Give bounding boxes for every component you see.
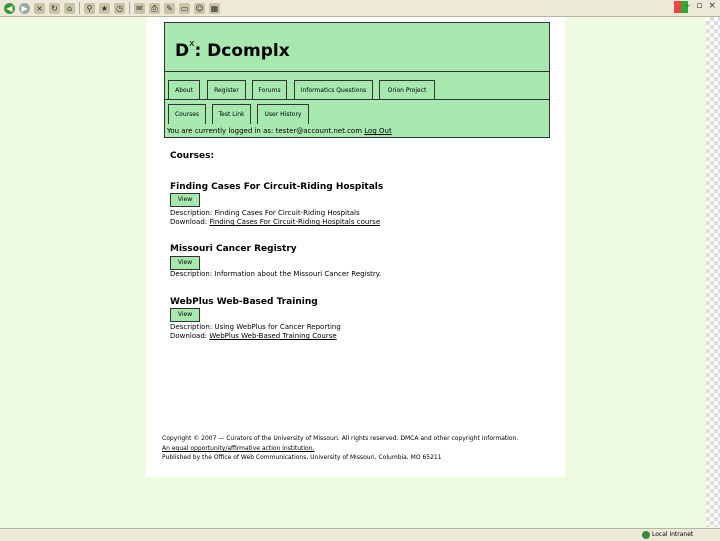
footer-publisher: Published by the Office of Web Communica… — [162, 454, 442, 461]
refresh-icon[interactable]: ↻ — [49, 2, 60, 14]
download-link[interactable]: WebPlus Web-Based Training Course — [209, 332, 336, 340]
mail-icon[interactable]: ✉ — [134, 2, 145, 14]
forward-icon[interactable]: ▶ — [19, 2, 30, 14]
search-icon[interactable]: ⚲ — [84, 2, 95, 14]
footer-eoe-link[interactable]: An equal opportunity/affirmative action … — [162, 445, 314, 452]
course-download: Download: WebPlus Web-Based Training Cou… — [170, 332, 337, 340]
description-label: Description: — [170, 323, 213, 331]
messenger-icon[interactable]: ☺ — [194, 2, 205, 14]
toolbar-divider — [79, 2, 80, 14]
tab-test-link[interactable]: Test Link — [212, 104, 251, 124]
tab-forums[interactable]: Forums — [252, 80, 287, 100]
home-icon[interactable]: ⌂ — [64, 2, 75, 14]
minimize-button[interactable]: – — [686, 1, 691, 11]
description-label: Description: — [170, 209, 213, 217]
tab-row-divider — [165, 99, 549, 100]
window-controls: – ▫ × — [686, 1, 716, 11]
tab-register[interactable]: Register — [207, 80, 246, 100]
view-button[interactable]: View — [170, 308, 200, 322]
logo-superscript: x — [189, 39, 195, 49]
description-label: Description: — [170, 270, 213, 278]
download-label: Download: — [170, 218, 208, 226]
vertical-scrollbar[interactable] — [706, 17, 720, 527]
login-prefix: You are currently logged in as: — [167, 127, 276, 135]
research-icon[interactable]: ▦ — [209, 2, 220, 14]
zone-label: Local intranet — [652, 531, 694, 538]
footer-copyright: Copyright © 2007 — Curators of the Unive… — [162, 435, 519, 442]
edit-icon[interactable]: ✎ — [164, 2, 175, 14]
login-status: You are currently logged in as: tester@a… — [167, 127, 392, 135]
header-divider — [165, 71, 549, 72]
download-label: Download: — [170, 332, 208, 340]
back-icon[interactable]: ◀ — [4, 2, 15, 14]
description-text: Finding Cases For Circuit-Riding Hospita… — [214, 209, 360, 217]
course-description: Description: Using WebPlus for Cancer Re… — [170, 323, 341, 331]
footer-eoe: An equal opportunity/affirmative action … — [162, 445, 314, 452]
logo-prefix: D — [175, 41, 190, 61]
logo-text: : Dcomplx — [194, 41, 290, 61]
site-header: Dx: Dcomplx About Register Forums Inform… — [164, 22, 550, 138]
page-content: Dx: Dcomplx About Register Forums Inform… — [146, 17, 565, 477]
folder-icon[interactable]: ▭ — [179, 2, 190, 14]
tab-courses[interactable]: Courses — [168, 104, 206, 124]
maximize-button[interactable]: ▫ — [696, 1, 702, 11]
status-bar: Local intranet — [0, 528, 720, 541]
browser-toolbar: ◀ ▶ × ↻ ⌂ ⚲ ★ ◷ ✉ ⎙ ✎ ▭ ☺ ▦ – ▫ × — [0, 0, 720, 17]
history-icon[interactable]: ◷ — [114, 2, 125, 14]
course-description: Description: Information about the Misso… — [170, 270, 381, 278]
courses-heading: Courses: — [170, 151, 215, 161]
course-title: Finding Cases For Circuit-Riding Hospita… — [170, 182, 384, 192]
course-title: Missouri Cancer Registry — [170, 244, 297, 254]
login-email: tester@account.net.com — [275, 127, 363, 135]
close-page-icon[interactable]: × — [34, 2, 45, 14]
tab-informatics-questions[interactable]: Informatics Questions — [294, 80, 373, 100]
print-icon[interactable]: ⎙ — [149, 2, 160, 14]
logout-link[interactable]: Log Out — [364, 127, 391, 135]
toolbar-divider — [129, 2, 130, 14]
course-download: Download: Finding Cases For Circuit-Ridi… — [170, 218, 380, 226]
download-link[interactable]: Finding Cases For Circuit-Riding Hospita… — [209, 218, 380, 226]
tab-about[interactable]: About — [168, 80, 200, 100]
description-text: Information about the Missouri Cancer Re… — [214, 270, 382, 278]
intranet-zone-icon — [642, 531, 650, 539]
tab-user-history[interactable]: User History — [257, 104, 309, 124]
view-button[interactable]: View — [170, 193, 200, 207]
security-zone: Local intranet — [642, 529, 693, 541]
site-logo[interactable]: Dx: Dcomplx — [175, 39, 290, 61]
favorites-icon[interactable]: ★ — [99, 2, 110, 14]
view-button[interactable]: View — [170, 256, 200, 270]
close-button[interactable]: × — [708, 1, 716, 11]
course-title: WebPlus Web-Based Training — [170, 297, 318, 307]
course-description: Description: Finding Cases For Circuit-R… — [170, 209, 360, 217]
tab-orion-project[interactable]: Orion Project — [379, 80, 435, 100]
description-text: Using WebPlus for Cancer Reporting — [214, 323, 341, 331]
